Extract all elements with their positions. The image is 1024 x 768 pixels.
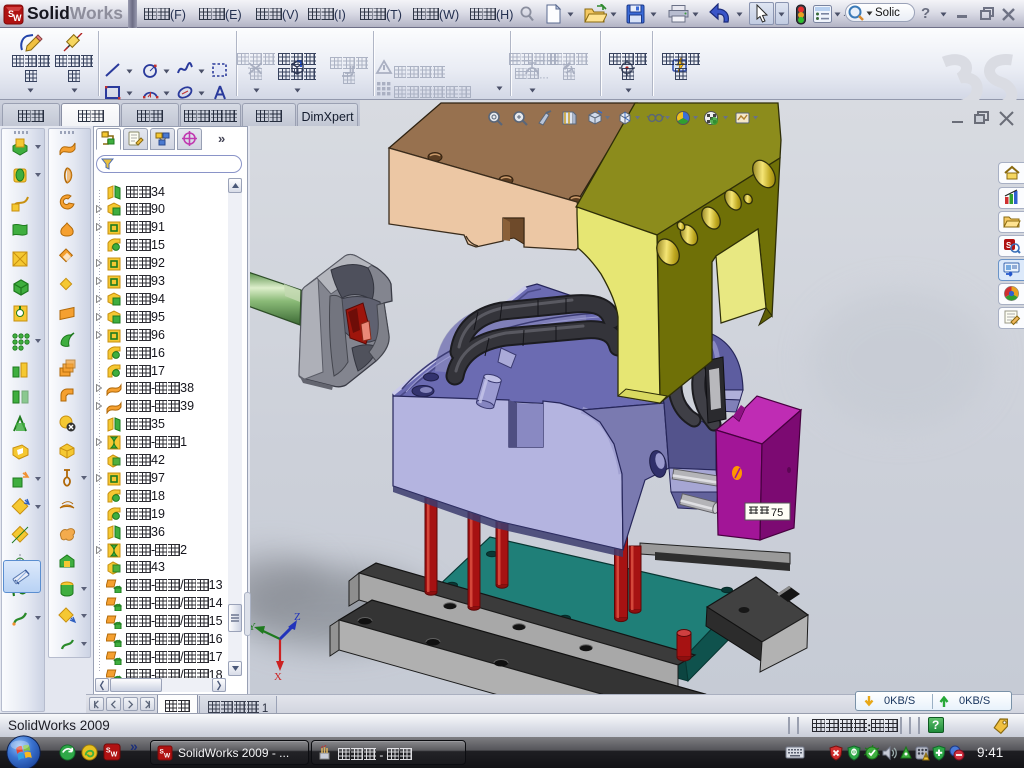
svg-text:75: 75 bbox=[771, 507, 783, 519]
svg-text:W: W bbox=[13, 13, 22, 23]
svg-text:Z: Z bbox=[294, 611, 301, 623]
svg-text:W: W bbox=[164, 753, 171, 760]
svg-text:X: X bbox=[274, 671, 282, 683]
svg-text:W: W bbox=[111, 750, 118, 758]
